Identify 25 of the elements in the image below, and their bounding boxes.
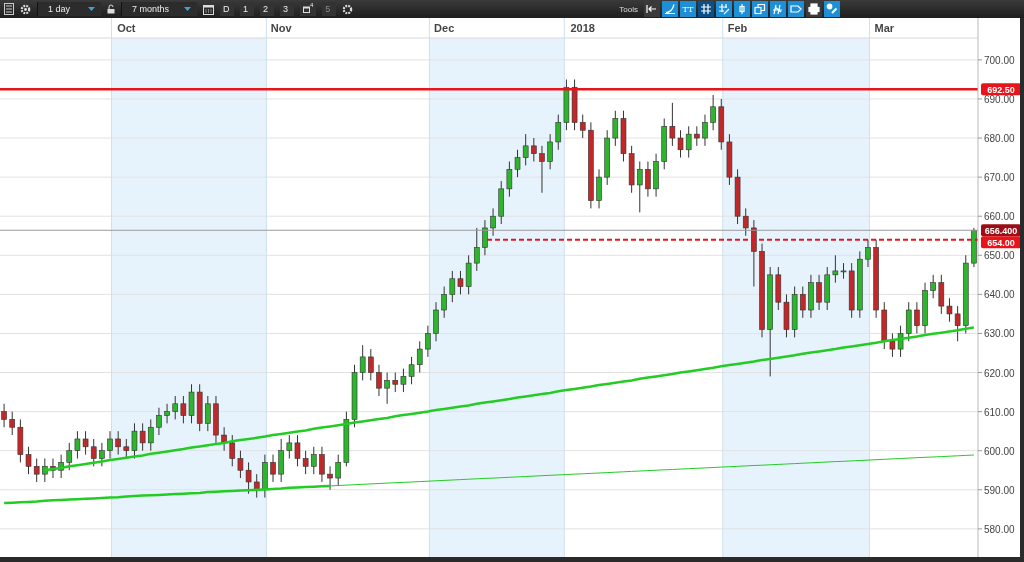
axis-label: 670.00 <box>984 172 1015 184</box>
month-label: Nov <box>270 22 292 34</box>
price-label: 656.400 <box>981 224 1021 237</box>
axis-label: 700.00 <box>984 54 1015 66</box>
axis-label: 590.00 <box>984 484 1015 496</box>
axis-label: 660.00 <box>984 211 1015 223</box>
price-label: 692.50 <box>981 83 1021 96</box>
month-label: Oct <box>117 22 136 34</box>
axis-label: 620.00 <box>984 367 1015 379</box>
axis-label: 640.00 <box>984 289 1015 301</box>
ref-line-label: 654.00 <box>987 237 1015 248</box>
axis-label: 630.00 <box>984 328 1015 340</box>
axis-label: 580.00 <box>984 523 1015 535</box>
month-label: 2018 <box>570 22 595 34</box>
tools-label: Tools <box>619 4 638 14</box>
price-label: 654.00 <box>981 236 1021 249</box>
axis-label: 680.00 <box>984 133 1015 145</box>
ref-line-label: 692.50 <box>987 84 1015 95</box>
axis-label: 650.00 <box>984 250 1015 262</box>
month-label: Feb <box>727 22 748 34</box>
axis-label: 600.00 <box>984 445 1015 457</box>
month-label: Mar <box>874 22 895 34</box>
axis-label: 690.00 <box>984 93 1015 105</box>
month-label: Dec <box>434 22 455 34</box>
axis-label: 610.00 <box>984 406 1015 418</box>
